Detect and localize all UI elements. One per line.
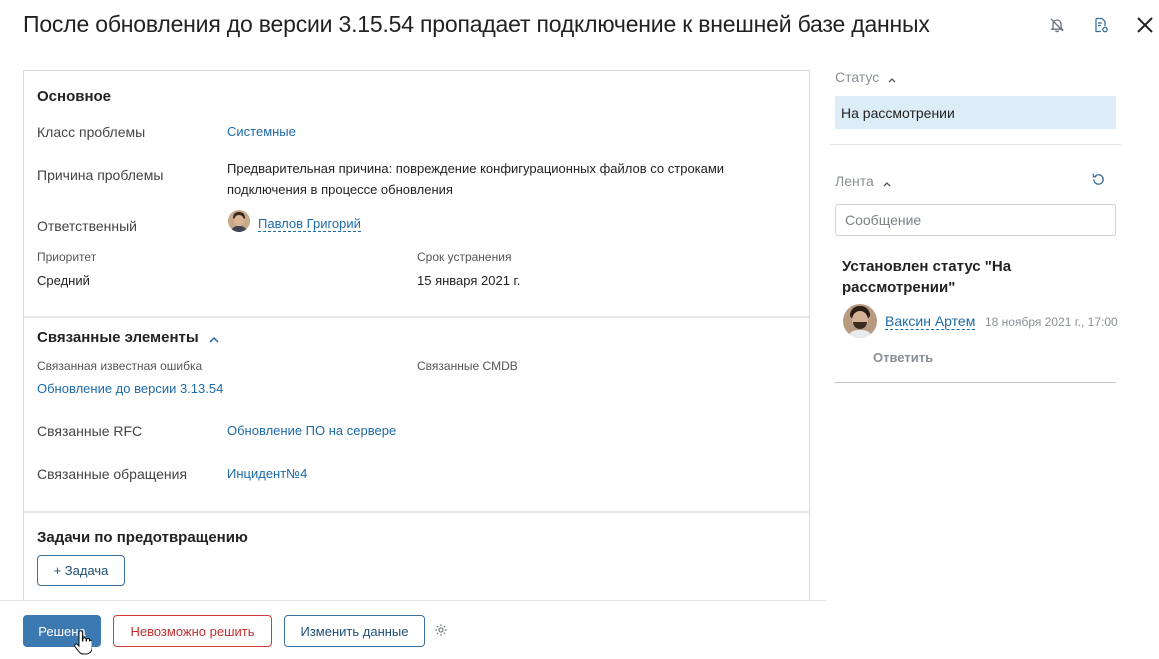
status-value[interactable]: На рассмотрении: [835, 96, 1116, 129]
known-error-link[interactable]: Обновление до версии 3.13.54: [37, 381, 223, 396]
edit-data-button[interactable]: Изменить данные: [284, 615, 425, 647]
cmdb-label: Связанные CMDB: [417, 359, 518, 373]
main-panel: Основное Класс проблемы Системные Причин…: [23, 70, 810, 601]
cause-line-1: Предварительная причина: повреждение кон…: [227, 161, 725, 176]
cannot-solve-button[interactable]: Невозможно решить: [113, 615, 272, 647]
responsible-label: Ответственный: [37, 218, 137, 234]
feed-label-text: Лента: [835, 173, 874, 189]
status-label-text: Статус: [835, 69, 880, 85]
feed-item-divider: [835, 382, 1116, 383]
basic-section-title: Основное: [37, 88, 112, 105]
problem-class-value[interactable]: Системные: [227, 124, 296, 139]
refresh-icon[interactable]: [1091, 172, 1107, 188]
chevron-up-icon[interactable]: [883, 174, 891, 190]
hand-cursor-icon: [74, 630, 93, 656]
rfc-label: Связанные RFC: [37, 423, 143, 439]
tasks-section-title: Задачи по предотвращению: [37, 529, 248, 546]
author-avatar[interactable]: [843, 304, 877, 338]
priority-value: Средний: [37, 273, 90, 288]
add-task-button[interactable]: + Задача: [37, 555, 125, 586]
feed-label[interactable]: Лента: [835, 173, 891, 190]
reply-link[interactable]: Ответить: [873, 350, 933, 365]
section-divider: [24, 511, 809, 513]
section-divider: [24, 316, 809, 318]
document-settings-icon[interactable]: [1090, 14, 1112, 36]
rfc-link[interactable]: Обновление ПО на сервере: [227, 423, 396, 438]
related-section-title-text: Связанные элементы: [37, 329, 199, 346]
known-error-label: Связанная известная ошибка: [37, 359, 203, 373]
close-icon[interactable]: [1134, 14, 1156, 36]
deadline-label: Срок устранения: [417, 250, 512, 264]
requests-link[interactable]: Инцидент№4: [227, 466, 307, 481]
feed-item-text-line-2: рассмотрении": [842, 279, 956, 296]
bell-off-icon[interactable]: [1046, 14, 1068, 36]
feed-item-text: Установлен статус "На рассмотрении": [842, 256, 1011, 298]
priority-label: Приоритет: [37, 250, 97, 264]
footer-divider: [0, 600, 826, 601]
problem-class-label: Класс проблемы: [37, 124, 146, 140]
chevron-up-icon[interactable]: [209, 330, 219, 347]
deadline-value: 15 января 2021 г.: [417, 273, 521, 288]
responsible-link[interactable]: Павлов Григорий: [258, 216, 361, 232]
cause-line-2: подключения в процессе обновления: [227, 182, 453, 197]
sidebar-divider: [830, 144, 1121, 145]
feed-item-text-line-1: Установлен статус "На: [842, 258, 1012, 275]
related-section-title[interactable]: Связанные элементы: [37, 329, 219, 347]
requests-label: Связанные обращения: [37, 466, 188, 482]
cause-label: Причина проблемы: [37, 167, 164, 183]
feed-item-time: 18 ноября 2021 г., 17:00: [985, 315, 1118, 329]
gear-icon[interactable]: [434, 623, 450, 639]
status-label[interactable]: Статус: [835, 69, 896, 86]
responsible-avatar[interactable]: [228, 210, 250, 232]
message-input[interactable]: [835, 204, 1116, 236]
chevron-up-icon[interactable]: [888, 70, 896, 86]
feed-author-link[interactable]: Ваксин Артем: [885, 313, 976, 330]
page-title: После обновления до версии 3.15.54 пропа…: [23, 11, 930, 37]
